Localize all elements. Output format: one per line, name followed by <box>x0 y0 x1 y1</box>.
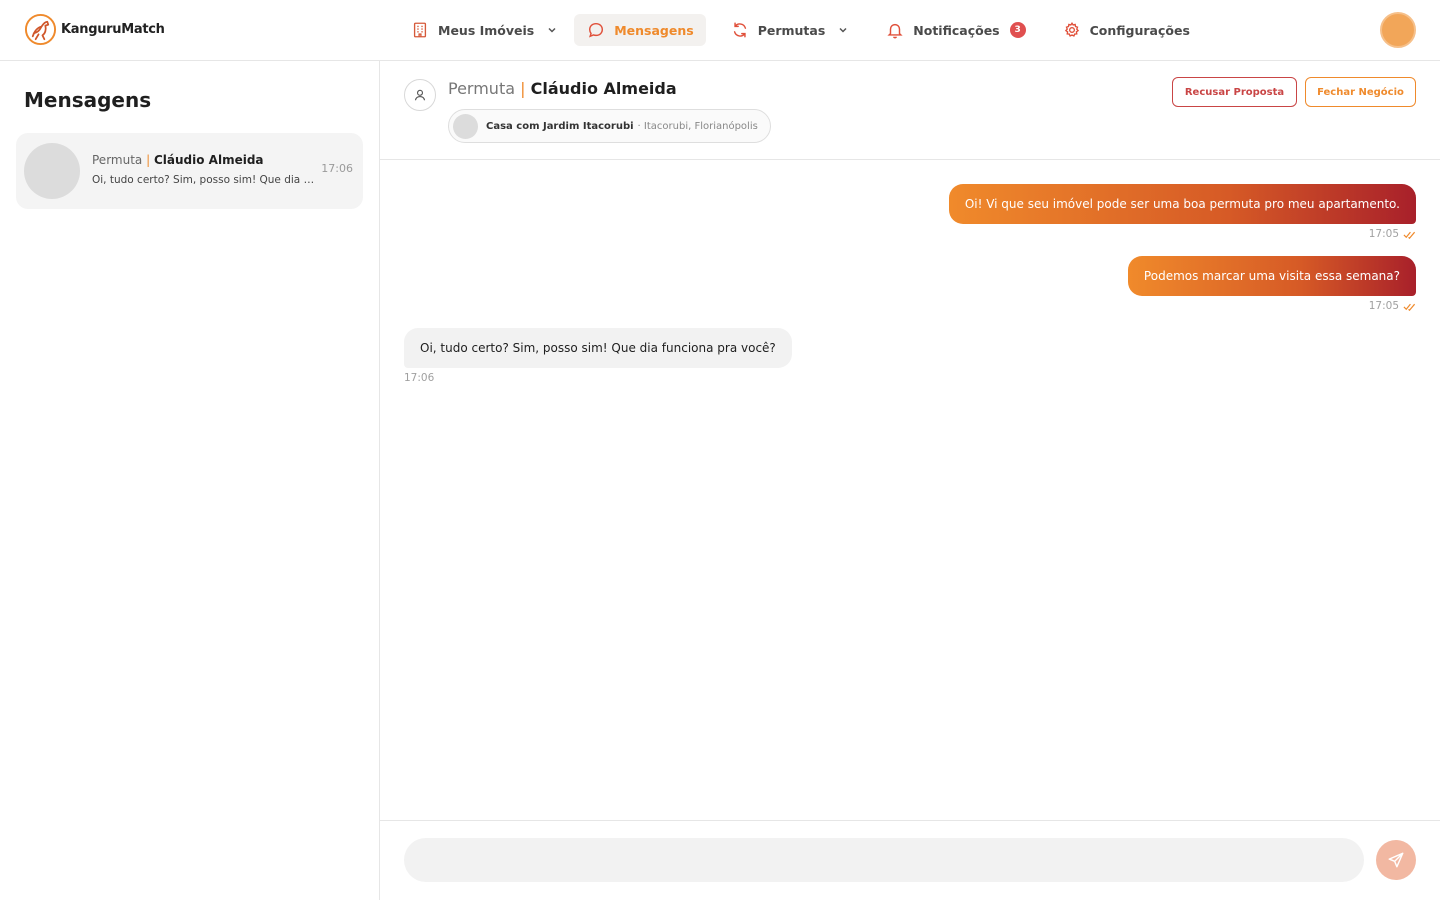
double-check-icon <box>1403 303 1416 311</box>
send-icon <box>1388 852 1404 868</box>
top-navigation-bar: KanguruMatch Meus Imóveis Mensagens Perm… <box>0 0 1440 61</box>
nav-item-configuracoes[interactable]: Configurações <box>1050 14 1202 46</box>
property-name: Casa com Jardim Itacorubi <box>486 120 634 132</box>
user-avatar[interactable] <box>1380 12 1416 48</box>
close-deal-button[interactable]: Fechar Negócio <box>1305 77 1416 107</box>
chat-kind: Permuta <box>448 79 516 98</box>
message-time: 17:05 <box>1368 228 1399 240</box>
nav-label-permutas: Permutas <box>757 22 826 38</box>
conversation-title: Permuta | Cláudio Almeida <box>92 153 264 167</box>
nav-item-meus-imoveis[interactable]: Meus Imóveis <box>398 14 570 46</box>
conversation-kind: Permuta <box>92 153 143 167</box>
gear-icon <box>1062 20 1082 40</box>
last-message-time: 17:06 <box>321 162 353 175</box>
title-separator: | <box>146 153 151 167</box>
last-message-preview: Oi, tudo certo? Sim, posso sim! Que dia … <box>92 174 316 186</box>
refresh-arrows-icon <box>730 20 750 40</box>
main-nav: Meus Imóveis Mensagens Permutas Notifica… <box>398 14 1204 46</box>
message-bubble-outgoing: Oi! Vi que seu imóvel pode ser uma boa p… <box>948 184 1416 224</box>
message-bubble-incoming: Oi, tudo certo? Sim, posso sim! Que dia … <box>404 328 792 368</box>
app-name: KanguruMatch <box>61 22 165 37</box>
message-time: 17:05 <box>1368 300 1399 312</box>
message-composer <box>380 820 1440 900</box>
message-bubble-outgoing: Podemos marcar uma visita essa semana? <box>1127 256 1416 296</box>
nav-item-notificacoes[interactable]: Notificações 3 <box>873 14 1037 46</box>
refuse-proposal-button[interactable]: Recusar Proposta <box>1172 77 1297 107</box>
property-thumbnail <box>453 113 478 139</box>
bell-icon <box>885 20 905 40</box>
double-check-icon <box>1403 231 1416 239</box>
title-separator: | <box>520 79 526 98</box>
property-location: · Itacorubi, Florianópolis <box>637 120 758 132</box>
nav-item-permutas[interactable]: Permutas <box>718 14 862 46</box>
nav-label-mensagens: Mensagens <box>614 22 694 38</box>
message-meta: 17:05 <box>1369 228 1416 240</box>
app-logo[interactable]: KanguruMatch <box>24 13 165 46</box>
notification-count-badge: 3 <box>1009 22 1026 38</box>
contact-avatar[interactable] <box>404 79 436 111</box>
nav-label-notificacoes: Notificações <box>913 22 1000 38</box>
message-time: 17:06 <box>404 372 435 384</box>
conversation-item[interactable]: Permuta | Cláudio Almeida Oi, tudo certo… <box>16 133 363 209</box>
contact-name: Cláudio Almeida <box>153 153 264 167</box>
chevron-down-icon <box>546 24 558 36</box>
nav-item-mensagens[interactable]: Mensagens <box>574 14 706 46</box>
nav-label-configuracoes: Configurações <box>1089 22 1190 38</box>
chat-header: Permuta | Cláudio Almeida Casa com Jardi… <box>380 61 1440 160</box>
send-button[interactable] <box>1376 840 1416 880</box>
chat-title: Permuta | Cláudio Almeida <box>448 79 677 98</box>
chevron-down-icon <box>837 24 849 36</box>
kangaroo-logo-icon <box>24 13 57 46</box>
building-icon <box>410 20 430 40</box>
message-input[interactable] <box>404 838 1364 882</box>
sidebar-title: Mensagens <box>24 88 152 112</box>
nav-label-meus-imoveis: Meus Imóveis <box>438 22 535 38</box>
message-meta: 17:05 <box>1369 300 1416 312</box>
property-chip[interactable]: Casa com Jardim Itacorubi · Itacorubi, F… <box>448 109 771 143</box>
chat-contact-name: Cláudio Almeida <box>530 79 677 98</box>
contact-avatar <box>24 143 80 199</box>
message-list: Oi! Vi que seu imóvel pode ser uma boa p… <box>380 160 1440 820</box>
message-meta: 17:06 <box>404 372 434 384</box>
user-icon <box>414 89 426 101</box>
chat-bubble-icon <box>586 20 606 40</box>
conversations-sidebar: Mensagens Permuta | Cláudio Almeida Oi, … <box>0 61 380 900</box>
